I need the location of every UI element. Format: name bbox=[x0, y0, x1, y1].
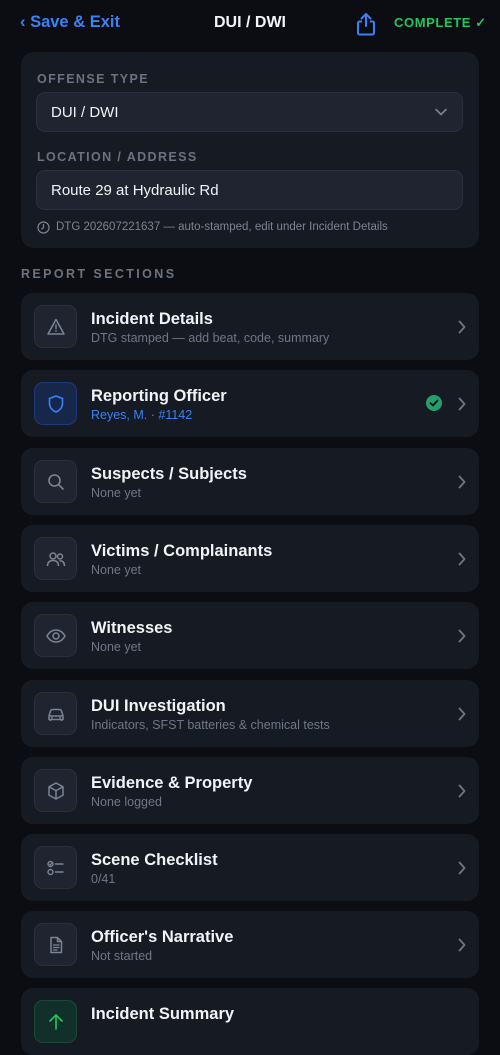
dtg-text: DTG 202607221637 — auto-stamped, edit un… bbox=[56, 221, 388, 233]
section-title: Incident Details bbox=[91, 310, 213, 328]
box-icon bbox=[34, 769, 77, 812]
section-subtitle: None logged bbox=[91, 795, 162, 809]
offense-type-label: OFFENSE TYPE bbox=[37, 72, 149, 86]
chevron-right-icon bbox=[458, 397, 466, 411]
section-suspects[interactable]: Suspects / Subjects None yet bbox=[21, 448, 479, 515]
document-icon bbox=[34, 923, 77, 966]
chevron-right-icon bbox=[458, 784, 466, 798]
people-icon bbox=[34, 537, 77, 580]
clock-icon bbox=[37, 221, 50, 234]
dtg-note: DTG 202607221637 — auto-stamped, edit un… bbox=[37, 221, 388, 234]
section-evidence[interactable]: Evidence & Property None logged bbox=[21, 757, 479, 824]
section-title: Witnesses bbox=[91, 619, 173, 637]
section-incident-summary[interactable]: Incident Summary bbox=[21, 988, 479, 1055]
warning-icon bbox=[34, 305, 77, 348]
eye-icon bbox=[34, 614, 77, 657]
complete-check-icon bbox=[426, 395, 442, 411]
chevron-down-icon bbox=[435, 108, 447, 116]
summary-icon bbox=[34, 1000, 77, 1043]
section-title: Reporting Officer bbox=[91, 387, 227, 405]
location-label: LOCATION / ADDRESS bbox=[37, 150, 198, 164]
chevron-right-icon bbox=[458, 320, 466, 334]
top-nav-bar: ‹ Save & Exit DUI / DWI COMPLETE ✓ bbox=[0, 0, 500, 46]
section-subtitle: None yet bbox=[91, 486, 142, 500]
chevron-right-icon bbox=[458, 552, 466, 566]
section-officers-narrative[interactable]: Officer's Narrative Not started bbox=[21, 911, 479, 978]
chevron-right-icon bbox=[458, 475, 466, 489]
section-witnesses[interactable]: Witnesses None yet bbox=[21, 602, 479, 669]
report-sections-heading: REPORT SECTIONS bbox=[21, 267, 177, 281]
section-title: Incident Summary bbox=[91, 1005, 235, 1023]
section-incident-details[interactable]: Incident Details DTG stamped — add beat,… bbox=[21, 293, 479, 360]
section-title: Officer's Narrative bbox=[91, 928, 234, 946]
shield-icon bbox=[34, 382, 77, 425]
chevron-right-icon bbox=[458, 861, 466, 875]
location-input[interactable]: Route 29 at Hydraulic Rd bbox=[36, 170, 463, 210]
section-scene-checklist[interactable]: Scene Checklist 0/41 bbox=[21, 834, 479, 901]
offense-type-select[interactable]: DUI / DWI bbox=[36, 92, 463, 132]
section-subtitle: Indicators, SFST batteries & chemical te… bbox=[91, 718, 330, 732]
car-icon bbox=[34, 692, 77, 735]
section-title: Scene Checklist bbox=[91, 851, 218, 869]
chevron-right-icon bbox=[458, 938, 466, 952]
section-reporting-officer[interactable]: Reporting Officer Reyes, M. · #1142 bbox=[21, 370, 479, 437]
complete-button[interactable]: COMPLETE ✓ bbox=[394, 15, 487, 31]
section-subtitle: Not started bbox=[91, 949, 153, 963]
checklist-icon bbox=[34, 846, 77, 889]
share-icon[interactable] bbox=[355, 12, 377, 36]
chevron-right-icon bbox=[458, 707, 466, 721]
section-title: Victims / Complainants bbox=[91, 542, 273, 560]
section-title: Evidence & Property bbox=[91, 774, 253, 792]
offense-type-value: DUI / DWI bbox=[51, 104, 119, 121]
section-title: DUI Investigation bbox=[91, 697, 226, 715]
section-subtitle: Reyes, M. · #1142 bbox=[91, 408, 193, 422]
chevron-right-icon bbox=[458, 629, 466, 643]
offense-card: OFFENSE TYPE DUI / DWI LOCATION / ADDRES… bbox=[21, 52, 479, 248]
section-subtitle: 0/41 bbox=[91, 872, 116, 886]
section-subtitle: None yet bbox=[91, 640, 142, 654]
section-dui-investigation[interactable]: DUI Investigation Indicators, SFST batte… bbox=[21, 680, 479, 747]
search-icon bbox=[34, 460, 77, 503]
section-subtitle: None yet bbox=[91, 563, 142, 577]
section-victims[interactable]: Victims / Complainants None yet bbox=[21, 525, 479, 592]
section-title: Suspects / Subjects bbox=[91, 465, 247, 483]
section-subtitle: DTG stamped — add beat, code, summary bbox=[91, 331, 330, 345]
location-value: Route 29 at Hydraulic Rd bbox=[51, 182, 219, 199]
